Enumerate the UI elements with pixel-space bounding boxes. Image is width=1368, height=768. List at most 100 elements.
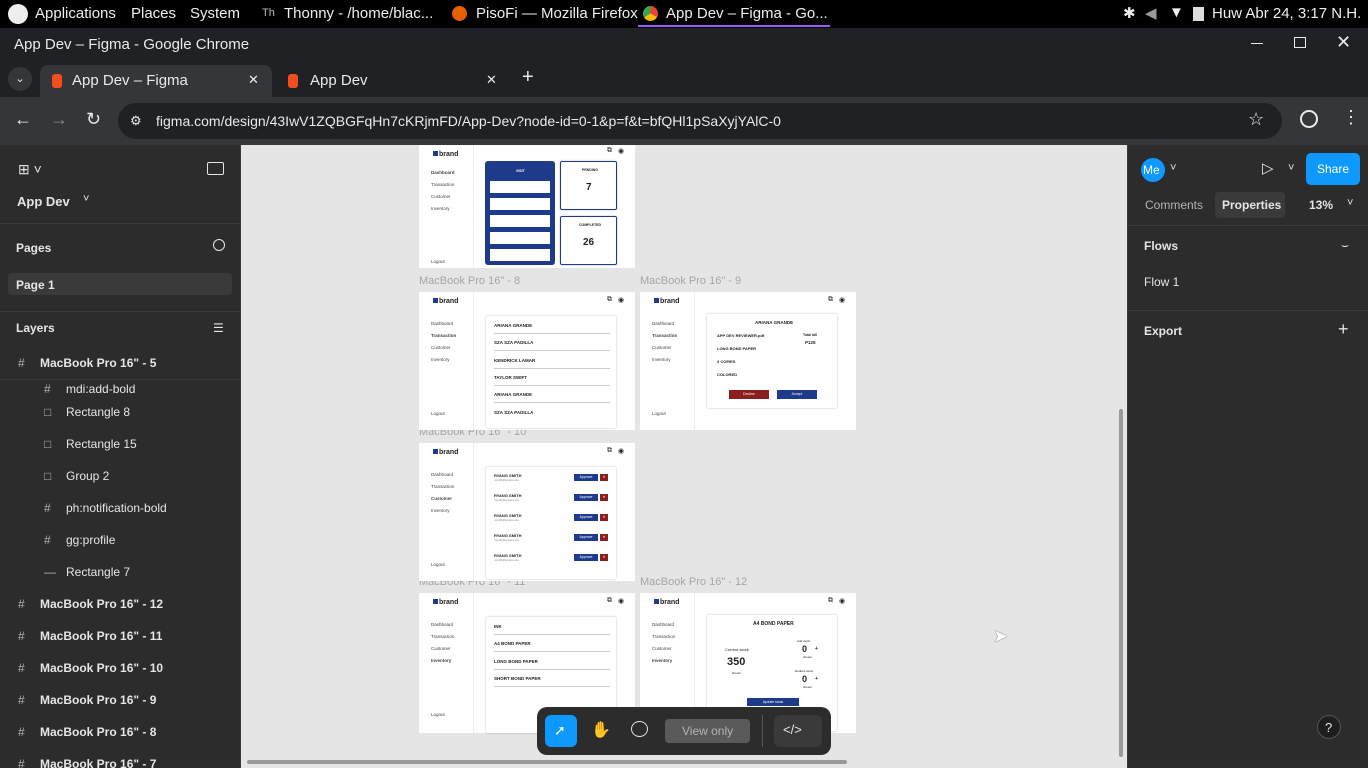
tab-properties[interactable]: Properties [1215,192,1285,218]
taskbar-chrome-icon[interactable] [643,6,658,21]
layer-row[interactable]: □ Rectangle 8 [0,397,240,429]
distro-logo-icon[interactable] [8,4,28,24]
zoom-level[interactable]: 13% [1309,198,1333,212]
frame-label-8[interactable]: MacBook Pro 16" - 8 [419,275,520,287]
layer-row[interactable]: # MacBook Pro 16" - 8 [0,717,240,749]
taskbar-firefox[interactable]: PisoFi — Mozilla Firefox [476,5,638,22]
tab-close-icon[interactable]: ✕ [486,72,497,88]
layer-row[interactable]: □ Rectangle 15 [0,429,240,461]
tab-comments[interactable]: Comments [1145,198,1203,212]
taskbar-chrome[interactable]: App Dev – Figma - Go... [666,5,828,22]
frame-macbook-8[interactable]: brand Dashboard Transaction Customer Inv… [419,292,635,430]
move-tool-button[interactable]: ➚ [545,715,577,747]
mini-profile-icon: ◉ [618,148,625,155]
page-item-page-1[interactable]: Page 1 [8,273,232,295]
frame-label-9[interactable]: MacBook Pro 16" - 9 [640,275,741,287]
layer-row[interactable]: # MacBook Pro 16" - 9 [0,685,240,717]
reload-icon[interactable]: ↻ [86,109,101,130]
help-button[interactable]: ? [1317,715,1341,739]
layer-label: MacBook Pro 16" - 12 [40,597,164,611]
search-pages-icon[interactable] [213,239,225,251]
hand-tool-icon[interactable]: ✋ [591,720,611,740]
current-stock-label: Current stock [725,647,749,652]
applications-menu[interactable]: Applications [35,5,116,22]
wifi-icon[interactable]: ▼ [1169,4,1184,21]
layer-label: ph:notification-bold [66,501,167,515]
layer-row[interactable]: □ Group 2 [0,461,240,493]
site-info-icon[interactable]: ⚙ [130,113,142,129]
url-text[interactable]: figma.com/design/43IwV1ZQBGFqHn7cKRjmFD/… [156,113,781,129]
tab-search-icon[interactable]: ⌄ [8,67,32,91]
layer-row[interactable]: # MacBook Pro 16" - 12 [0,589,240,621]
system-menu[interactable]: System [190,5,240,22]
collapse-layers-icon[interactable]: ☰ [213,321,224,335]
vertical-scrollbar[interactable] [1119,409,1123,757]
bottom-toolbar: ➚ ✋ View only </> [537,707,831,755]
order-colored: COLORED [717,372,737,377]
toggle-sidebar-icon[interactable] [207,162,224,175]
frame-macbook-10[interactable]: brand Dashboard Transaction Customer Inv… [419,443,635,581]
avatar-chevron-icon[interactable]: ˅ [1170,162,1176,174]
taskbar-thonny[interactable]: Thonny - /home/blac... [284,5,433,22]
address-bar[interactable]: ⚙ figma.com/design/43IwV1ZQBGFqHn7cKRjmF… [118,103,1282,139]
hide-flows-icon[interactable]: ⌣ [1341,238,1349,253]
frame-icon: # [44,382,51,396]
layer-row[interactable]: # MacBook Pro 16" - 5 [0,348,240,380]
row-divider [494,368,610,369]
forward-icon[interactable]: → [50,109,68,130]
layer-row[interactable]: # MacBook Pro 16" - 7 [0,749,240,768]
layer-row[interactable]: # MacBook Pro 16" - 11 [0,621,240,653]
tab-close-icon[interactable]: ✕ [248,72,259,88]
flow-item[interactable]: Flow 1 [1144,275,1179,289]
add-stock-unit: sheets [803,655,812,659]
battery-icon[interactable] [1193,7,1204,21]
frame-label-12[interactable]: MacBook Pro 16" - 12 [640,576,747,588]
volume-icon[interactable]: ◀ [1145,4,1157,22]
layer-row[interactable]: # ph:notification-bold [0,493,240,525]
comment-tool-icon[interactable] [631,721,648,737]
file-name[interactable]: App Dev [17,194,70,209]
bookmark-star-icon[interactable]: ☆ [1248,109,1264,130]
layer-row[interactable]: # gg:profile [0,525,240,557]
row-divider [494,333,610,334]
figma-canvas[interactable]: brand Dashboard Transaction Customer Inv… [241,145,1127,768]
mini-nav-item: Dashboard [431,622,454,627]
close-window-icon[interactable]: ✕ [1336,32,1351,53]
row-divider [494,402,610,403]
mini-logout: Logout [431,562,445,567]
mini-logout: Logout [431,411,445,416]
add-export-icon[interactable]: + [1338,319,1349,340]
window-titlebar: App Dev – Figma - Google Chrome ✕ [0,28,1368,61]
taskbar-thonny-icon[interactable]: Th [262,7,275,19]
clock[interactable]: Huw Abr 24, 3:17 N.H. [1212,5,1361,22]
taskbar-firefox-icon[interactable] [452,6,467,21]
zoom-chevron-icon[interactable]: ˅ [1347,197,1353,209]
back-icon[interactable]: ← [14,109,32,130]
present-chevron-icon[interactable]: ˅ [1288,162,1294,174]
tab-app-dev-figma[interactable]: App Dev – Figma ✕ [40,65,272,97]
layer-row[interactable]: # MacBook Pro 16" - 10 [0,653,240,685]
minimize-icon[interactable] [1251,43,1263,44]
horizontal-scrollbar[interactable] [247,760,847,764]
dev-mode-button[interactable]: </> [774,715,822,747]
layer-row[interactable]: — Rectangle 7 [0,557,240,589]
mini-nav-item: Dashboard [431,472,454,477]
view-only-badge: View only [665,719,750,743]
file-name-chevron-icon[interactable]: ˅ [83,193,89,205]
share-button[interactable]: Share [1306,153,1360,185]
frame-macbook-5[interactable]: brand Dashboard Transaction Customer Inv… [419,145,635,268]
chrome-menu-icon[interactable]: ⋮ [1342,107,1360,128]
present-play-icon[interactable]: ▷ [1262,159,1274,177]
profile-icon[interactable] [1300,110,1318,128]
bluetooth-icon[interactable]: ✱ [1123,4,1136,22]
frame-macbook-9[interactable]: brand Dashboard Transaction Customer Inv… [640,292,856,430]
order-customer: ARIANA GRANDE [755,320,794,325]
places-menu[interactable]: Places [131,5,176,22]
divider [0,311,240,312]
toolbar-divider [762,715,763,747]
figma-menu-icon[interactable]: ⊞ ˅ [18,161,42,178]
avatar[interactable]: Me [1141,158,1165,182]
new-tab-icon[interactable]: + [522,66,534,89]
maximize-icon[interactable] [1294,37,1306,48]
tab-app-dev[interactable]: App Dev ✕ [276,65,508,97]
